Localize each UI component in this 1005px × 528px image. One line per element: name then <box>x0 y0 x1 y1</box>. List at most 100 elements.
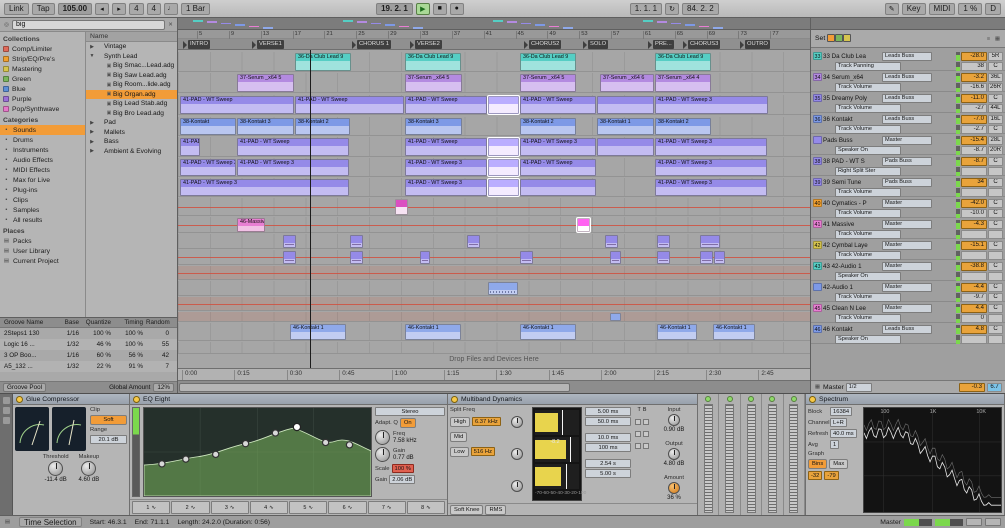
mbd-amount-knob[interactable] <box>667 482 680 494</box>
automation-value[interactable]: 0 <box>961 313 987 323</box>
output-routing-chooser[interactable]: Master <box>882 219 932 229</box>
output-routing-chooser[interactable]: Master <box>882 303 932 313</box>
automation-control-chooser[interactable]: Track Volume <box>835 187 901 197</box>
eq-gain-knob[interactable] <box>375 447 390 462</box>
groove-pool-button[interactable]: Groove Pool <box>3 383 47 392</box>
clip[interactable]: 41-PAD - WT Sweep <box>180 96 294 114</box>
clip[interactable]: 38-Kontakt 2 <box>520 118 576 135</box>
browser-result-item[interactable]: ▶ Pad <box>86 118 177 128</box>
clip[interactable] <box>487 178 520 197</box>
track-header[interactable]: 38 38 PAD - WT S Pads Buss -8.7 C Right Split… <box>811 155 1005 176</box>
browser-result-item[interactable]: ▼ Synth Lead <box>86 52 177 62</box>
eq-mode-chooser[interactable]: Stereo <box>375 407 445 416</box>
arrangement-position[interactable]: 19. 2. 1 <box>376 2 413 15</box>
eq-band-button[interactable]: 3 ∿ <box>210 501 249 514</box>
clip[interactable]: 41-PAD - WT Sweep 3 <box>180 159 236 176</box>
output-routing-chooser[interactable]: Leads Buss <box>882 72 932 82</box>
track-volume-value[interactable]: -4.3 <box>961 219 987 229</box>
automation-control-chooser[interactable]: Track Volume <box>835 229 901 239</box>
clip[interactable] <box>283 251 296 264</box>
band-activator[interactable]: Mid <box>450 431 468 442</box>
track-volume-value[interactable]: 4.8 <box>961 324 987 334</box>
track-volume-value[interactable]: -28.0 <box>961 51 987 61</box>
groove-base[interactable]: 1/16 <box>60 330 82 337</box>
beat-time-ruler[interactable]: 5 9 13 17 21 25 29 33 37 41 45 49 53 57 61 65 69 73 77 <box>178 30 810 39</box>
automation-pan-value[interactable] <box>988 229 1003 239</box>
automation-control-chooser[interactable]: Right Split Ster <box>835 166 901 176</box>
clip[interactable]: 41-PAD - WT Sweep 3 <box>180 179 349 196</box>
output-routing-chooser[interactable]: Master <box>882 135 932 145</box>
clip[interactable]: 41-PAD - WT Sweep 3 <box>520 138 596 156</box>
automation-pan-value[interactable] <box>988 334 1003 344</box>
setting-value[interactable]: 16384 <box>830 407 853 416</box>
track-header[interactable]: 39 39 Semi Tune Pads Buss 34 C Track Volume <box>811 176 1005 197</box>
automation-control-chooser[interactable]: Track Volume <box>835 124 901 134</box>
groove-row[interactable]: A5_132 ... 1/32 22 % 91 % 7 <box>0 361 177 372</box>
nudge-up-icon[interactable]: ▸ <box>112 2 127 15</box>
release-value[interactable]: 5.00 s <box>585 469 631 478</box>
sidebar-item-category[interactable]: ▪ Drums <box>0 135 85 145</box>
automation-value[interactable] <box>961 271 987 281</box>
below-toggle[interactable] <box>643 431 649 437</box>
band-input-knob[interactable] <box>511 480 523 492</box>
track-volume-value[interactable]: -38.8 <box>961 261 987 271</box>
automation-control-chooser[interactable]: Track Volume <box>835 292 901 302</box>
track-pan-value[interactable]: C <box>988 219 1003 229</box>
locator-marker[interactable]: INTRO <box>183 40 211 49</box>
groove-random[interactable]: 7 <box>146 363 172 370</box>
track-pan-value[interactable]: C <box>988 198 1003 208</box>
automation-pan-value[interactable]: C <box>988 292 1003 302</box>
groove-base[interactable]: 1/16 <box>60 352 82 359</box>
groove-quantize[interactable]: 22 % <box>82 363 114 370</box>
time-toggle[interactable] <box>635 419 641 425</box>
show-devices-icon[interactable] <box>2 397 10 404</box>
track-lane[interactable] <box>178 266 810 280</box>
groove-random[interactable]: 42 <box>146 352 172 359</box>
sidebar-item-collection[interactable]: Blue <box>0 84 85 94</box>
mbd-display[interactable]: -8.2 -70 -60 -50 -40 -30 -20 -10 0 <box>532 407 586 501</box>
track-header[interactable]: 43 43 42-Audio 1 Master -38.8 C Speaker On <box>811 260 1005 281</box>
browser-result-item[interactable]: ▣ Big Organ.adg <box>86 89 177 99</box>
groove-random[interactable]: 55 <box>146 341 172 348</box>
eq-band-button[interactable]: 4 ∿ <box>249 501 288 514</box>
groove-row[interactable]: 3 OP Boo... 1/16 60 % 56 % 42 <box>0 350 177 361</box>
sidebar-item-place[interactable]: ▤ Packs <box>0 236 85 246</box>
search-input[interactable] <box>12 19 165 30</box>
automation-value[interactable]: -2.7 <box>961 124 987 134</box>
track-pan-value[interactable]: 5R <box>988 51 1003 61</box>
clip[interactable]: 41-PAD - WT Sweep <box>405 138 487 156</box>
automation-value[interactable] <box>961 334 987 344</box>
clip[interactable] <box>487 158 520 177</box>
threshold-value[interactable]: -11.4 dB <box>45 477 67 483</box>
automation-pan-value[interactable]: C <box>988 61 1003 71</box>
track-header[interactable]: 35 35 Dreamy Poly Leads Buss -11.0 C Track Vo… <box>811 92 1005 113</box>
output-routing-chooser[interactable]: Master <box>882 240 932 250</box>
threshold-knob[interactable] <box>48 461 64 476</box>
scrub-area[interactable]: 5 9 13 17 21 25 29 33 37 41 45 49 53 57 61 65 69 73 77 INT… <box>178 30 810 50</box>
below-toggle[interactable] <box>643 443 649 449</box>
track-volume-value[interactable]: -3.2 <box>961 72 987 82</box>
automation-value[interactable] <box>961 250 987 260</box>
groove-random[interactable]: 0 <box>146 330 172 337</box>
track-volume-value[interactable]: 4.4 <box>961 303 987 313</box>
automation-pan-value[interactable]: C <box>988 124 1003 134</box>
band-activator[interactable]: Low <box>450 446 469 457</box>
clip[interactable]: 41-PAD - WT Sweep 3 <box>405 159 487 176</box>
output-routing-chooser[interactable]: Leads Buss <box>882 114 932 124</box>
browser-result-item[interactable]: ▣ Big Saw Lead.adg <box>86 71 177 81</box>
browser-result-item[interactable]: ▣ Big Bro Lead.adg <box>86 109 177 119</box>
clip[interactable]: 41-PAD - WT Sweep <box>520 159 596 176</box>
sidebar-item-category[interactable]: ▪ Clips <box>0 195 85 205</box>
locator-row[interactable]: INTRO VERSE1 CHORUS 1 VERSE2 CHORUS2 SOLO PRE.… <box>178 39 810 49</box>
clip[interactable]: 46-Massiv <box>237 218 265 232</box>
time-toggle[interactable] <box>635 443 641 449</box>
device-title-bar[interactable]: Spectrum <box>806 394 1004 405</box>
clip[interactable]: 41-PAD - WT Sweep <box>295 96 404 114</box>
eq-curve-display[interactable] <box>143 407 372 497</box>
track-pan-value[interactable]: C <box>988 303 1003 313</box>
mbd-output-knob[interactable] <box>668 448 680 460</box>
sidebar-item-category[interactable]: ▪ Instruments <box>0 145 85 155</box>
output-routing-chooser[interactable]: Pads Buss <box>882 156 932 166</box>
range-low-value[interactable]: -79 <box>824 471 839 480</box>
clip[interactable] <box>597 96 654 114</box>
